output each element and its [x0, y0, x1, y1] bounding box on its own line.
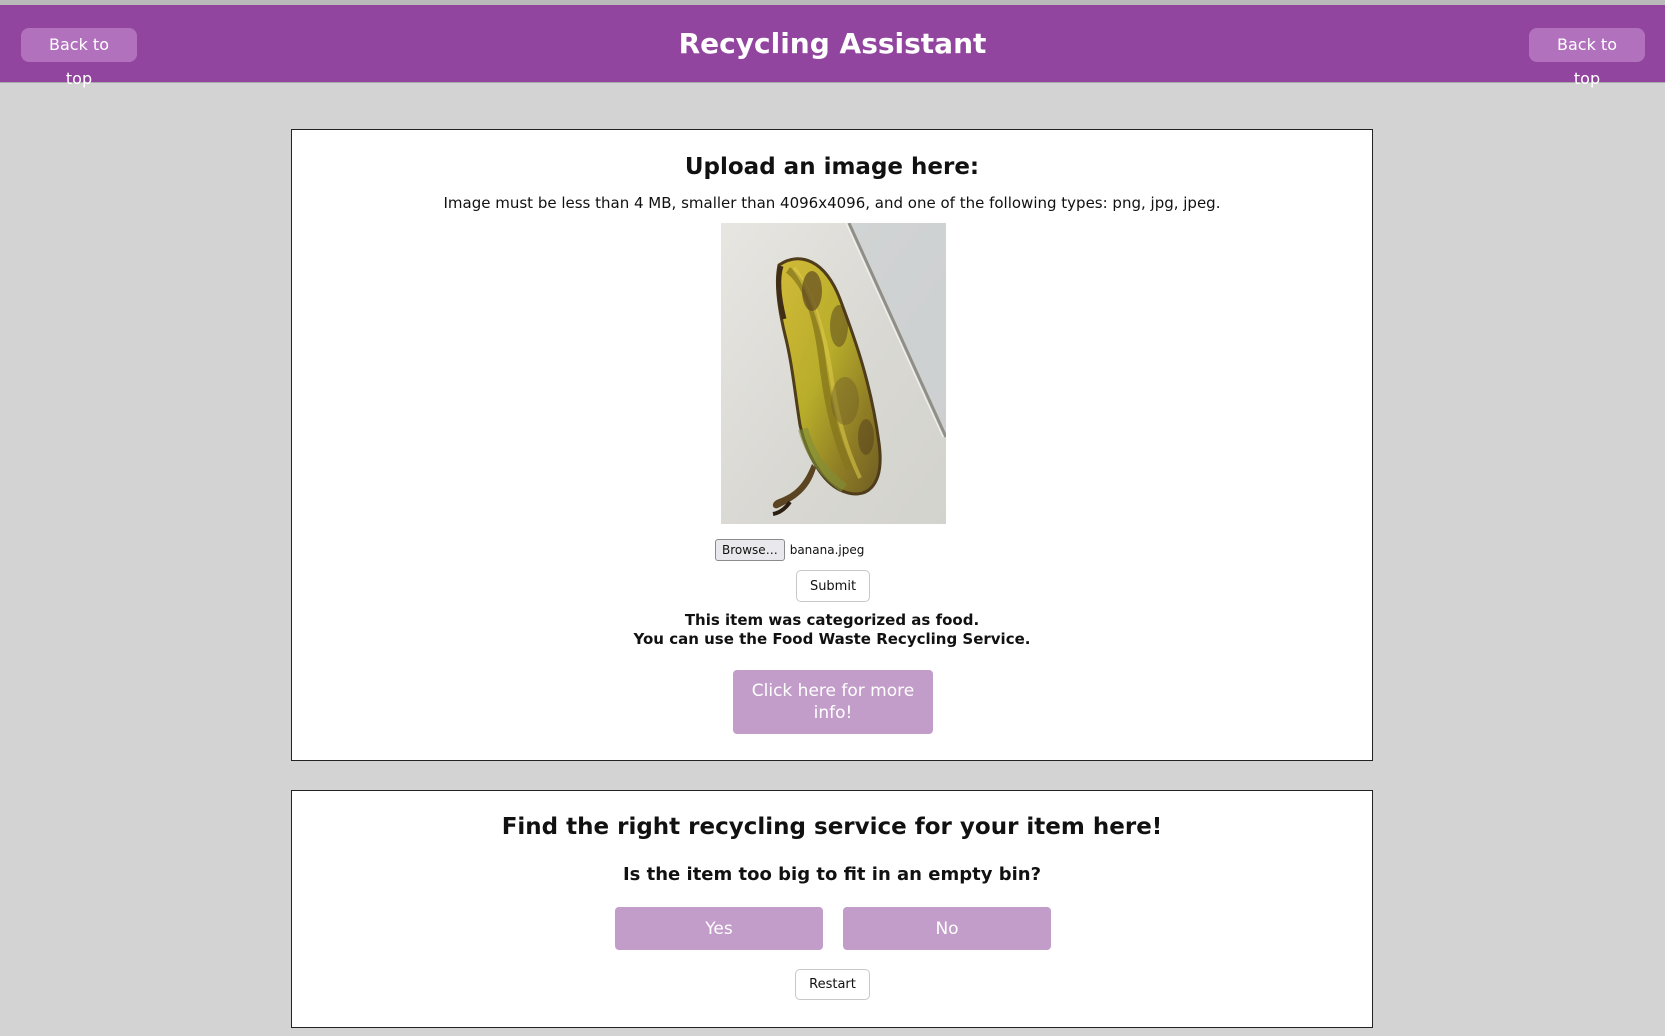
back-to-top-button-right[interactable]: Back to top	[1529, 28, 1645, 88]
app-header: Back to top Recycling Assistant Back to …	[0, 5, 1665, 88]
uploaded-image-preview	[721, 223, 946, 524]
file-input-row: Browse… banana.jpeg	[715, 539, 864, 561]
app-title: Recycling Assistant	[678, 27, 987, 60]
yes-button[interactable]: Yes	[615, 907, 823, 950]
no-button[interactable]: No	[843, 907, 1051, 950]
browse-button[interactable]: Browse…	[715, 539, 785, 561]
service-finder-title: Find the right recycling service for you…	[501, 814, 1163, 840]
upload-title: Upload an image here:	[684, 154, 980, 180]
upload-instructions: Image must be less than 4 MB, smaller th…	[443, 194, 1221, 212]
submit-button[interactable]: Submit	[796, 570, 870, 602]
restart-button[interactable]: Restart	[795, 969, 870, 1000]
banana-image	[721, 223, 946, 524]
more-info-button[interactable]: Click here for more info!	[733, 670, 933, 734]
classification-result: This item was categorized as food.	[684, 611, 980, 629]
upload-card: Upload an image here: Image must be less…	[291, 129, 1373, 761]
selected-file-name: banana.jpeg	[789, 543, 865, 557]
recycling-service-result: You can use the Food Waste Recycling Ser…	[633, 630, 1031, 648]
bin-size-question: Is the item too big to fit in an empty b…	[622, 864, 1042, 885]
service-finder-card: Find the right recycling service for you…	[291, 790, 1373, 1028]
